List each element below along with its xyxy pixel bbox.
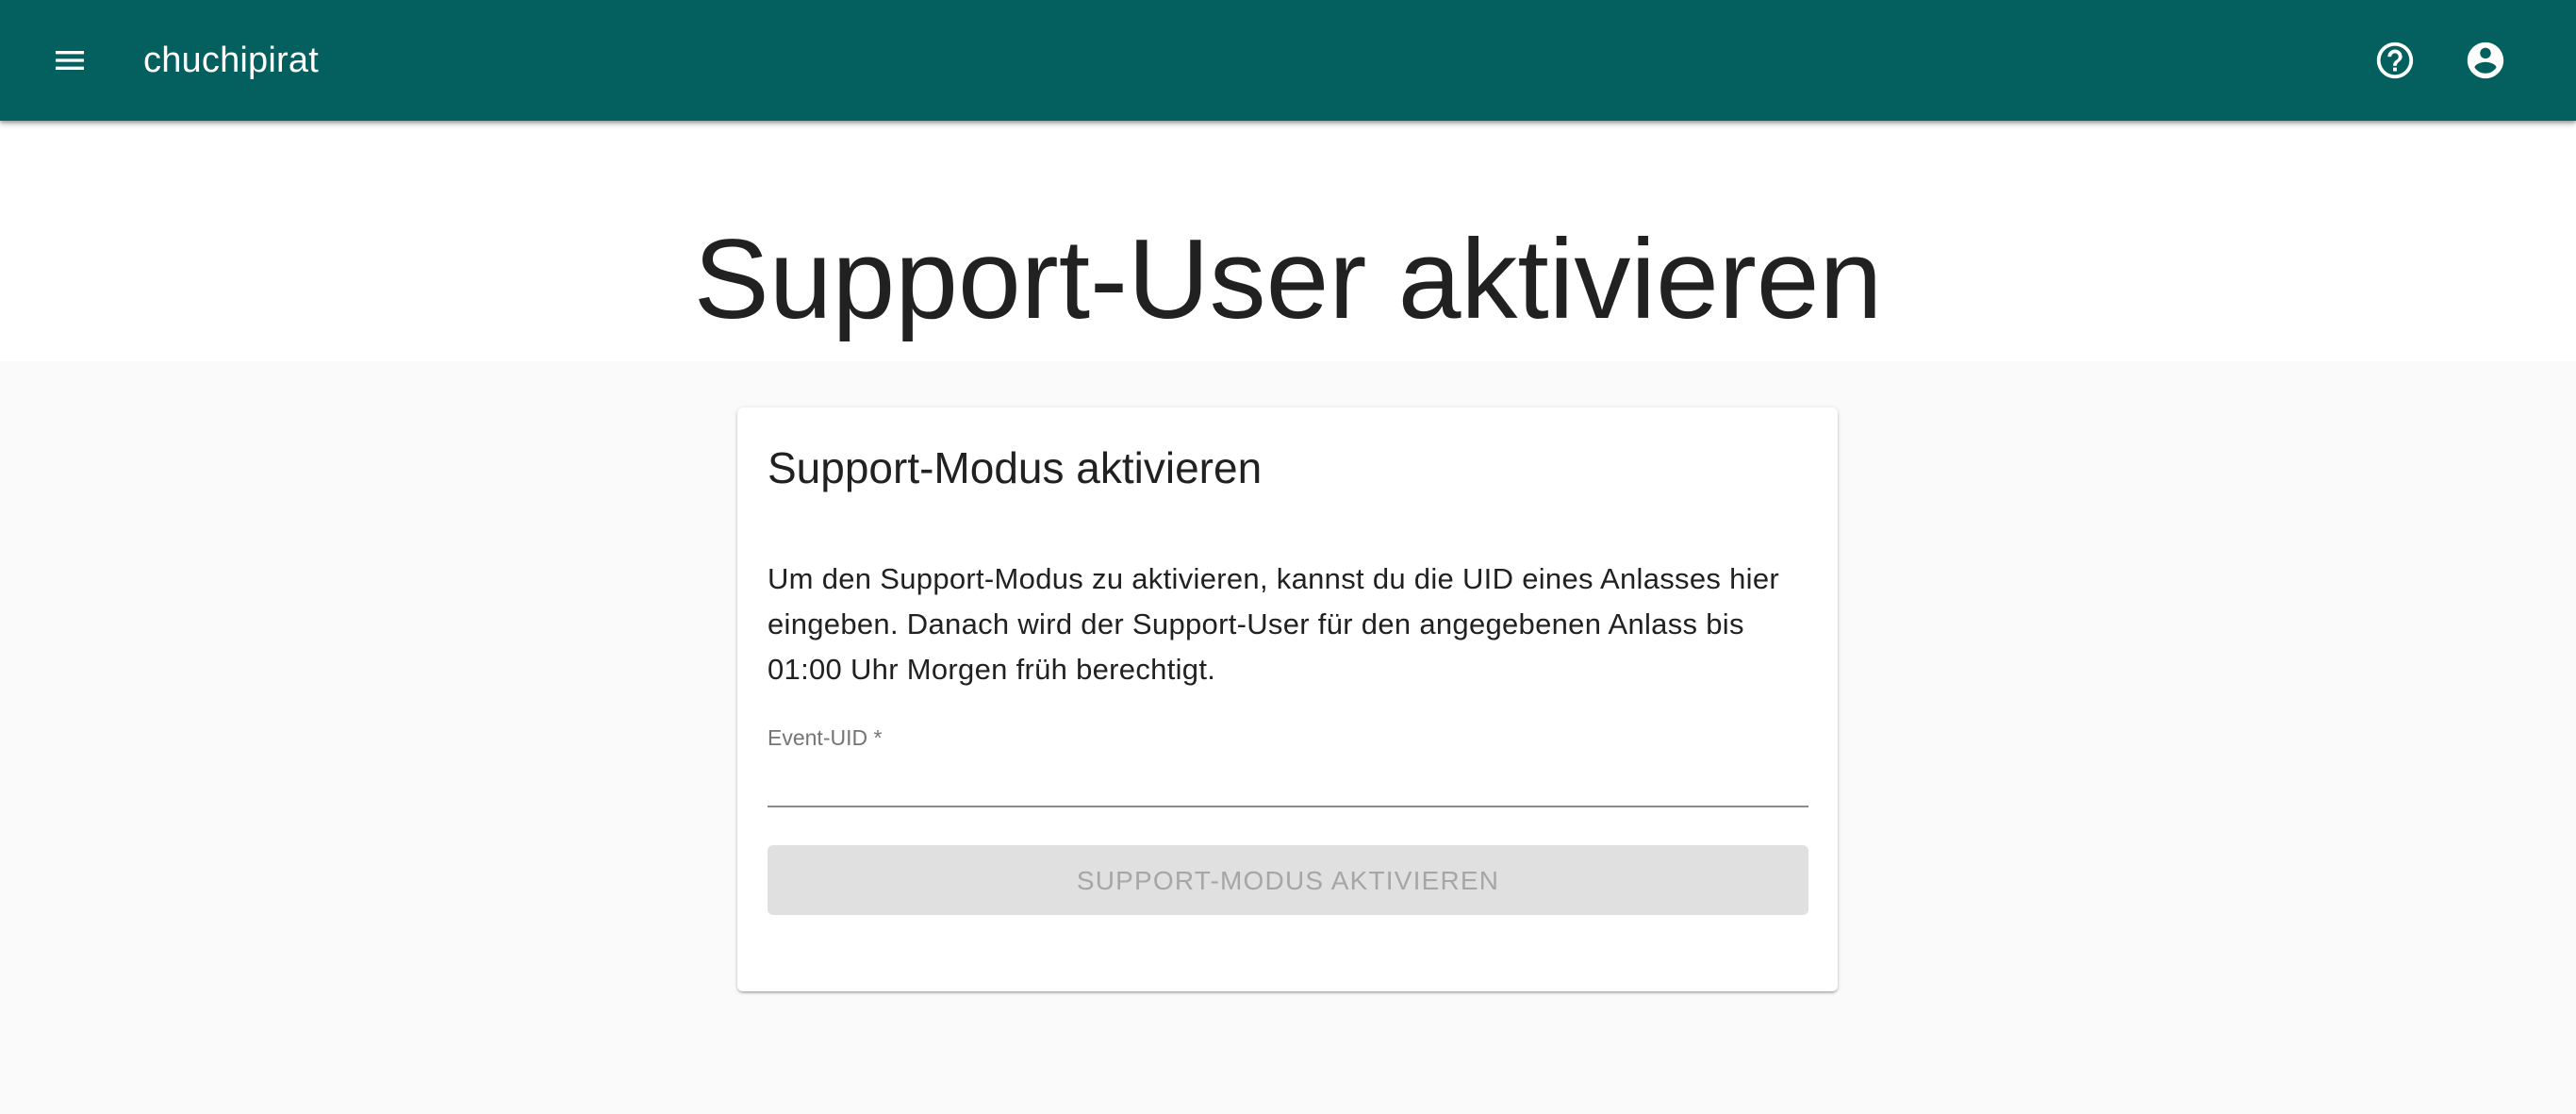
- menu-button[interactable]: [40, 30, 100, 91]
- app-title[interactable]: chuchipirat: [143, 38, 319, 83]
- account-circle-icon: [2467, 42, 2504, 79]
- event-uid-label: Event-UID *: [768, 725, 883, 750]
- card-title: Support-Modus aktivieren: [768, 443, 1263, 492]
- support-mode-card: Support-Modus aktivieren Um den Support-…: [737, 407, 1838, 991]
- app-bar: chuchipirat: [0, 0, 2576, 121]
- card-description: Um den Support-Modus zu aktivieren, kann…: [768, 562, 1779, 686]
- page-title: Support-User aktivieren: [693, 216, 1883, 342]
- menu-icon: [56, 51, 84, 70]
- help-button[interactable]: [2365, 30, 2425, 91]
- help-icon: [2376, 42, 2414, 79]
- event-uid-input[interactable]: [768, 758, 1808, 807]
- activate-support-mode-button[interactable]: SUPPORT-MODUS AKTIVIEREN: [768, 845, 1808, 915]
- account-button[interactable]: [2455, 30, 2516, 91]
- page-header: Support-User aktivieren: [0, 121, 2576, 361]
